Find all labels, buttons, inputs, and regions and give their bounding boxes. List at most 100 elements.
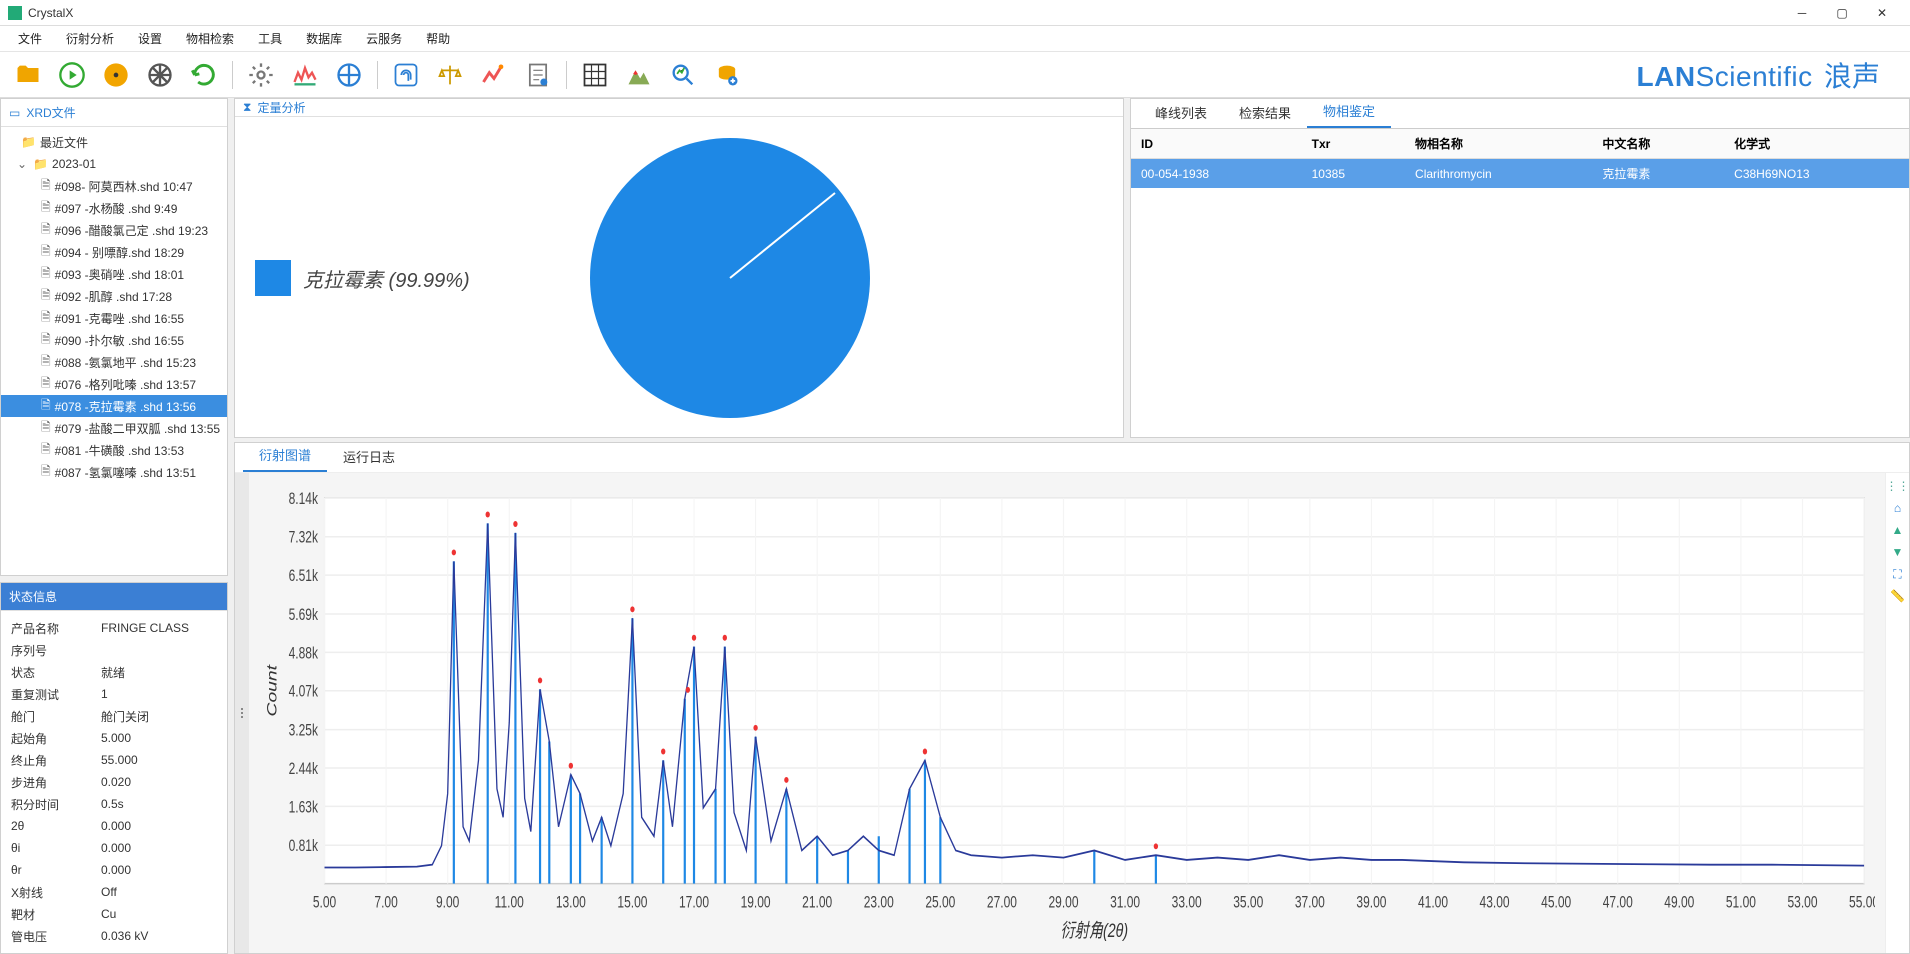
file-tree[interactable]: 📁最近文件⌄📁2023-01🗎#098- 阿莫西林.shd 10:47🗎#097… [1, 127, 227, 575]
tab-物相鉴定[interactable]: 物相鉴定 [1307, 95, 1391, 128]
chart-tab-衍射图谱[interactable]: 衍射图谱 [243, 439, 327, 472]
expand-icon[interactable]: ⋮⋮ [1889, 477, 1907, 495]
svg-text:4.07k: 4.07k [289, 683, 319, 701]
menubar: 文件衍射分析设置物相检索工具数据库云服务帮助 [0, 26, 1910, 52]
status-row: 序列号 [11, 639, 217, 661]
file-icon: 🗎 [41, 462, 51, 483]
tree-item[interactable]: 🗎#094 - 别嘌醇.shd 18:29 [1, 241, 227, 263]
fingerprint-button[interactable] [388, 57, 424, 93]
status-label: 舱门 [11, 708, 101, 725]
tab-检索结果[interactable]: 检索结果 [1223, 97, 1307, 128]
file-icon: 🗎 [41, 220, 51, 241]
tree-item[interactable]: 🗎#091 -克霉唑 .shd 16:55 [1, 307, 227, 329]
tree-item[interactable]: 🗎#093 -奥硝唑 .shd 18:01 [1, 263, 227, 285]
menu-云服务[interactable]: 云服务 [354, 26, 414, 52]
svg-text:Count: Count [264, 664, 280, 717]
file-icon: 🗎 [41, 286, 51, 307]
balance-button[interactable] [432, 57, 468, 93]
tree-item[interactable]: 🗎#098- 阿莫西林.shd 10:47 [1, 175, 227, 197]
table-cell: 00-054-1938 [1131, 159, 1302, 189]
menu-设置[interactable]: 设置 [126, 26, 174, 52]
menu-帮助[interactable]: 帮助 [414, 26, 462, 52]
svg-text:衍射角(2θ): 衍射角(2θ) [1061, 920, 1129, 942]
mountain-button[interactable] [621, 57, 657, 93]
chart-tabs: 衍射图谱运行日志 [235, 443, 1909, 473]
svg-text:11.00: 11.00 [495, 894, 524, 912]
gear-button[interactable] [243, 57, 279, 93]
aperture-button[interactable] [142, 57, 178, 93]
table-header: 化学式 [1724, 129, 1909, 159]
svg-text:21.00: 21.00 [802, 894, 832, 912]
tree-item[interactable]: 🗎#088 -氨氯地平 .shd 15:23 [1, 351, 227, 373]
minimize-button[interactable]: ─ [1782, 0, 1822, 26]
tree-item[interactable]: ⌄📁2023-01 [1, 153, 227, 175]
status-value: 舱门关闭 [101, 708, 149, 725]
menu-工具[interactable]: 工具 [246, 26, 294, 52]
ruler-icon[interactable]: 📏 [1889, 587, 1907, 605]
table-header: ID [1131, 129, 1302, 159]
grid-button[interactable] [577, 57, 613, 93]
file-icon: 🗎 [41, 176, 51, 197]
svg-text:13.00: 13.00 [556, 894, 586, 912]
table-row[interactable]: 00-054-193810385Clarithromycin克拉霉素C38H69… [1131, 159, 1909, 189]
target-button[interactable] [331, 57, 367, 93]
svg-text:5.69k: 5.69k [289, 606, 319, 624]
refresh-button[interactable] [186, 57, 222, 93]
status-label: 步进角 [11, 774, 101, 791]
menu-数据库[interactable]: 数据库 [294, 26, 354, 52]
down-arrow-icon[interactable]: ▼ [1889, 543, 1907, 561]
file-icon: 🗎 [41, 198, 51, 219]
status-title: 状态信息 [9, 588, 57, 605]
tree-item[interactable]: 📁最近文件 [1, 131, 227, 153]
status-value: 就绪 [101, 664, 125, 681]
menu-衍射分析[interactable]: 衍射分析 [54, 26, 126, 52]
maximize-button[interactable]: ▢ [1822, 0, 1862, 26]
open-file-button[interactable] [10, 57, 46, 93]
file-icon: 🗎 [41, 330, 51, 351]
status-value: 0.020 [101, 775, 131, 789]
chart-tab-运行日志[interactable]: 运行日志 [327, 441, 411, 472]
search-chart-button[interactable] [665, 57, 701, 93]
play-button[interactable] [54, 57, 90, 93]
status-value: 55.000 [101, 753, 138, 767]
svg-text:17.00: 17.00 [679, 894, 709, 912]
tab-峰线列表[interactable]: 峰线列表 [1139, 97, 1223, 128]
tree-item[interactable]: 🗎#078 -克拉霉素 .shd 13:56 [1, 395, 227, 417]
tree-item[interactable]: 🗎#097 -水杨酸 .shd 9:49 [1, 197, 227, 219]
tree-item[interactable]: 🗎#096 -醋酸氯己定 .shd 19:23 [1, 219, 227, 241]
menu-文件[interactable]: 文件 [6, 26, 54, 52]
status-label: θr [11, 863, 101, 877]
tree-item[interactable]: 🗎#092 -肌醇 .shd 17:28 [1, 285, 227, 307]
cloud-db-button[interactable] [709, 57, 745, 93]
report-button[interactable] [520, 57, 556, 93]
tree-item[interactable]: 🗎#079 -盐酸二甲双胍 .shd 13:55 [1, 417, 227, 439]
spectrum-button[interactable] [287, 57, 323, 93]
home-icon[interactable]: ⌂ [1889, 499, 1907, 517]
radiation-button[interactable] [98, 57, 134, 93]
svg-text:37.00: 37.00 [1295, 894, 1325, 912]
trend-button[interactable] [476, 57, 512, 93]
up-arrow-icon[interactable]: ▲ [1889, 521, 1907, 539]
panel-drag-handle[interactable] [235, 473, 249, 953]
brand-logo: LANScientific 浪声 [1637, 55, 1900, 95]
tree-item[interactable]: 🗎#090 -扑尔敏 .shd 16:55 [1, 329, 227, 351]
table-cell: 10385 [1302, 159, 1405, 189]
svg-text:4.88k: 4.88k [289, 645, 319, 663]
fit-icon[interactable]: ⛶ [1889, 565, 1907, 583]
svg-text:27.00: 27.00 [987, 894, 1017, 912]
diffraction-chart[interactable]: 0.81k1.63k2.44k3.25k4.07k4.88k5.69k6.51k… [249, 473, 1885, 953]
status-row: θi0.000 [11, 837, 217, 859]
window-title: CrystalX [28, 6, 1782, 20]
svg-text:39.00: 39.00 [1356, 894, 1386, 912]
status-row: 步进角0.020 [11, 771, 217, 793]
svg-text:55.00: 55.00 [1849, 894, 1875, 912]
close-button[interactable]: ✕ [1862, 0, 1902, 26]
status-label: 2θ [11, 819, 101, 833]
folder-icon: 📁 [33, 157, 48, 171]
titlebar: CrystalX ─ ▢ ✕ [0, 0, 1910, 26]
tree-item[interactable]: 🗎#076 -格列吡嗪 .shd 13:57 [1, 373, 227, 395]
menu-物相检索[interactable]: 物相检索 [174, 26, 246, 52]
tree-item[interactable]: 🗎#081 -牛磺酸 .shd 13:53 [1, 439, 227, 461]
tree-item[interactable]: 🗎#087 -氢氯噻嗪 .shd 13:51 [1, 461, 227, 483]
status-value: 0.036 kV [101, 929, 148, 943]
